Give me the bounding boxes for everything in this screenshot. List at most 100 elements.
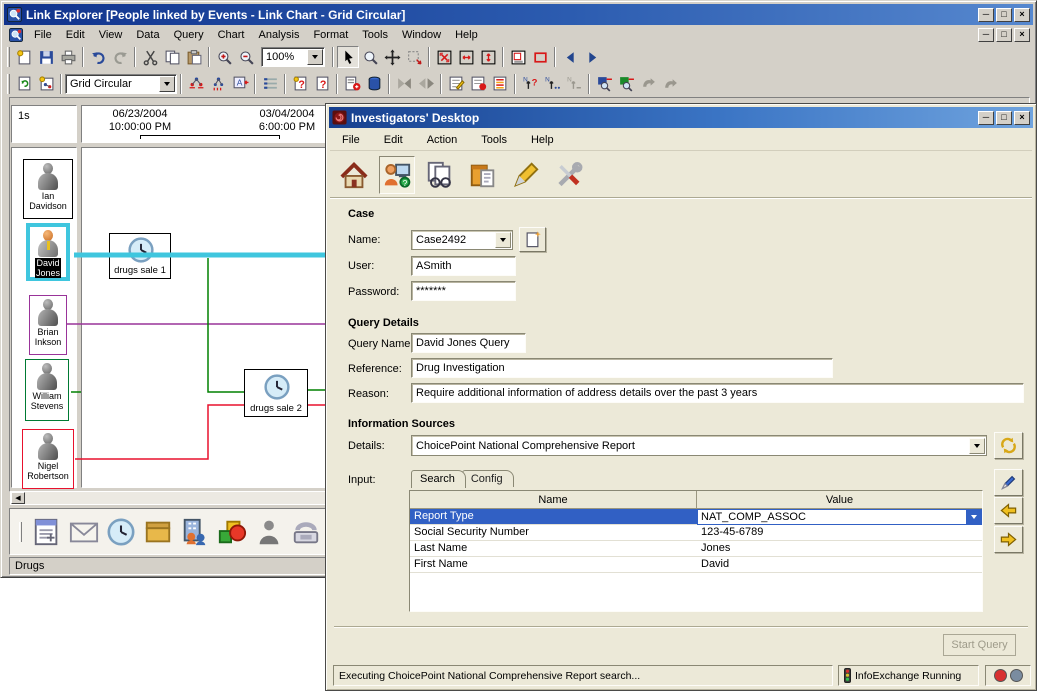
new-case-button[interactable] (519, 227, 546, 252)
edit-parameters-button[interactable] (994, 469, 1023, 496)
menu-data[interactable]: Data (129, 27, 166, 43)
event-drugs-sale-1[interactable]: drugs sale 1 (109, 233, 171, 279)
clock-icon[interactable] (106, 517, 136, 547)
transfer-right-button[interactable] (994, 526, 1023, 553)
pan-tool-button[interactable] (381, 46, 403, 68)
history-back-button[interactable] (559, 46, 581, 68)
database-button[interactable] (363, 73, 385, 95)
envelope-icon[interactable] (69, 517, 99, 547)
copy-button[interactable] (161, 46, 183, 68)
new-chart-button[interactable] (13, 46, 35, 68)
align-list-button[interactable] (259, 73, 281, 95)
mdi-close-button[interactable]: × (1014, 28, 1030, 42)
fit-vertical-button[interactable] (477, 46, 499, 68)
refresh-layout-button[interactable] (13, 73, 35, 95)
query-button[interactable]: ? (311, 73, 333, 95)
arrange-hierarchy-button[interactable] (207, 73, 229, 95)
package-icon[interactable] (143, 517, 173, 547)
menu-action[interactable]: Action (415, 131, 470, 149)
column-header-value[interactable]: Value (697, 491, 982, 508)
pointer-tool-button[interactable] (337, 46, 359, 68)
event-drugs-sale-2[interactable]: drugs sale 2 (244, 369, 308, 417)
zoom-area-tool-button[interactable] (359, 46, 381, 68)
find-linked-button[interactable] (593, 73, 615, 95)
arrange-circular-button[interactable] (185, 73, 207, 95)
user-input[interactable] (411, 256, 516, 276)
cut-button[interactable] (139, 46, 161, 68)
number-gray-button[interactable]: N (563, 73, 585, 95)
menu-window[interactable]: Window (395, 27, 448, 43)
zoom-combo-arrow[interactable] (307, 49, 323, 65)
paste-button[interactable] (183, 46, 205, 68)
menu-analysis[interactable]: Analysis (251, 27, 306, 43)
reports-button[interactable] (422, 156, 458, 194)
fit-horizontal-button[interactable] (455, 46, 477, 68)
menu-file[interactable]: File (27, 27, 59, 43)
menu-help[interactable]: Help (448, 27, 485, 43)
browse-next-button[interactable] (659, 73, 681, 95)
report-type-combo[interactable]: NAT_COMP_ASSOC (697, 509, 982, 525)
history-forward-button[interactable] (581, 46, 603, 68)
number-up-button[interactable]: N (541, 73, 563, 95)
password-input[interactable] (411, 281, 516, 301)
tab-search[interactable]: Search (411, 470, 466, 488)
tools-button[interactable] (551, 156, 587, 194)
minimize-button[interactable]: ─ (978, 8, 994, 22)
tab-config[interactable]: Config (462, 470, 514, 487)
entity-ian-davidson[interactable]: IanDavidson (23, 159, 73, 219)
layout-combo[interactable]: Grid Circular (65, 74, 177, 94)
zoom-level-combo[interactable]: 100% (261, 47, 325, 67)
home-button[interactable] (336, 156, 372, 194)
entity-william-stevens[interactable]: WilliamStevens (25, 359, 69, 421)
close-button[interactable]: × (1014, 111, 1030, 125)
note-stack-button[interactable] (489, 73, 511, 95)
layout-combo-arrow[interactable] (159, 76, 175, 92)
details-combo[interactable]: ChoicePoint National Comprehensive Repor… (411, 435, 987, 456)
menu-tools[interactable]: Tools (355, 27, 395, 43)
minimize-button[interactable]: ─ (978, 111, 994, 125)
split-entities-button[interactable] (415, 73, 437, 95)
palette-grip[interactable] (19, 522, 22, 542)
toolbar-grip[interactable] (7, 47, 10, 67)
table-row-ssn[interactable]: Social Security Number 123-45-6789 (410, 525, 982, 541)
zoom-out-button[interactable] (235, 46, 257, 68)
case-name-combo-arrow[interactable] (495, 232, 511, 248)
save-button[interactable] (35, 46, 57, 68)
find-path-button[interactable] (615, 73, 637, 95)
case-name-combo[interactable]: Case2492 (411, 230, 513, 250)
report-type-combo-arrow[interactable] (966, 510, 981, 524)
note-red-button[interactable] (467, 73, 489, 95)
menu-view[interactable]: View (92, 27, 130, 43)
toolbar-grip[interactable] (7, 74, 10, 94)
fit-all-button[interactable] (433, 46, 455, 68)
transfer-left-button[interactable] (994, 497, 1023, 524)
browse-prev-button[interactable] (637, 73, 659, 95)
organization-icon[interactable] (180, 517, 210, 547)
menu-edit[interactable]: Edit (59, 27, 92, 43)
case-documents-button[interactable] (465, 156, 501, 194)
refresh-sources-button[interactable] (994, 432, 1023, 459)
reason-input[interactable] (411, 383, 1024, 403)
table-row-first-name[interactable]: First Name David (410, 557, 982, 573)
maximize-button[interactable]: □ (996, 8, 1012, 22)
entity-brian-inkson[interactable]: BrianInkson (29, 295, 67, 355)
close-button[interactable]: × (1014, 8, 1030, 22)
undo-button[interactable] (87, 46, 109, 68)
zoom-in-button[interactable] (213, 46, 235, 68)
table-row-last-name[interactable]: Last Name Jones (410, 541, 982, 557)
table-row-report-type[interactable]: Report Type NAT_COMP_ASSOC (410, 509, 982, 525)
mdi-restore-button[interactable]: □ (996, 28, 1012, 42)
select-rect-tool-button[interactable] (403, 46, 425, 68)
column-header-name[interactable]: Name (410, 491, 697, 508)
redo-button[interactable] (109, 46, 131, 68)
details-combo-arrow[interactable] (969, 438, 985, 454)
mdi-minimize-button[interactable]: ─ (978, 28, 994, 42)
start-query-button[interactable]: Start Query (943, 634, 1016, 656)
menu-query[interactable]: Query (167, 27, 211, 43)
new-query-button[interactable]: ? (289, 73, 311, 95)
menu-tools[interactable]: Tools (469, 131, 519, 149)
menu-format[interactable]: Format (306, 27, 355, 43)
layout-picture-button[interactable] (35, 73, 57, 95)
maximize-button[interactable]: □ (996, 111, 1012, 125)
scroll-left-button[interactable]: ◀ (11, 492, 25, 504)
